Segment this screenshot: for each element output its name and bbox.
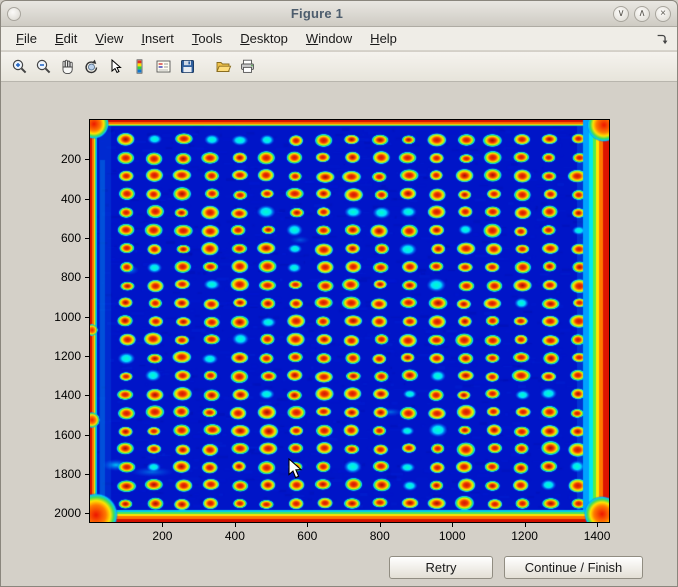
menu-view[interactable]: View (86, 28, 132, 49)
maximize-button[interactable]: ∧ (634, 6, 650, 22)
y-tick-mark (85, 199, 89, 200)
zoom-out-icon (35, 58, 52, 75)
y-tick-label: 400 (61, 192, 81, 206)
close-button[interactable]: × (655, 6, 671, 22)
rotate-3d-button[interactable] (79, 55, 103, 79)
x-tick-mark (235, 523, 236, 527)
menubar: File Edit View Insert Tools Desktop Wind… (1, 27, 677, 51)
dock-figure-button[interactable] (653, 30, 671, 48)
zoom-in-button[interactable] (7, 55, 31, 79)
x-tick-label: 1400 (584, 529, 611, 543)
x-tick-label: 600 (297, 529, 317, 543)
y-tick-label: 2000 (54, 506, 81, 520)
titlebar[interactable]: Figure 1 ∨ ∧ × (1, 1, 677, 27)
menu-desktop[interactable]: Desktop (231, 28, 297, 49)
plot-canvas[interactable] (89, 119, 610, 523)
window-title: Figure 1 (21, 6, 613, 21)
y-tick-mark (85, 474, 89, 475)
x-tick-mark (452, 523, 453, 527)
x-tick-mark (307, 523, 308, 527)
x-tick-label: 1000 (439, 529, 466, 543)
x-tick-mark (380, 523, 381, 527)
open-folder-icon (215, 58, 232, 75)
x-tick-mark (597, 523, 598, 527)
y-tick-mark (85, 356, 89, 357)
save-floppy-icon (179, 58, 196, 75)
figure-area: Retry Continue / Finish 200 400 600 800 1000… (1, 82, 677, 586)
y-tick-mark (85, 317, 89, 318)
y-tick-mark (85, 395, 89, 396)
y-tick-label: 1400 (54, 388, 81, 402)
menu-file[interactable]: File (7, 28, 46, 49)
dock-arrow-icon (655, 32, 669, 46)
retry-button[interactable]: Retry (389, 556, 493, 579)
window-menu-icon[interactable] (7, 7, 21, 21)
zoom-in-icon (11, 58, 28, 75)
rotate-3d-icon (83, 58, 100, 75)
print-button[interactable] (235, 55, 259, 79)
toolbar-separator (199, 52, 211, 81)
menu-tools[interactable]: Tools (183, 28, 231, 49)
data-cursor-icon (107, 58, 124, 75)
pan-hand-icon (59, 58, 76, 75)
y-tick-label: 1000 (54, 310, 81, 324)
y-tick-label: 1800 (54, 467, 81, 481)
pan-button[interactable] (55, 55, 79, 79)
x-tick-label: 200 (152, 529, 172, 543)
menu-edit[interactable]: Edit (46, 28, 86, 49)
y-tick-label: 200 (61, 152, 81, 166)
shade-button[interactable]: ∨ (613, 6, 629, 22)
x-tick-label: 400 (225, 529, 245, 543)
y-tick-mark (85, 159, 89, 160)
y-tick-label: 800 (61, 270, 81, 284)
x-tick-label: 1200 (511, 529, 538, 543)
x-tick-mark (162, 523, 163, 527)
open-button[interactable] (211, 55, 235, 79)
y-tick-mark (85, 435, 89, 436)
continue-finish-button[interactable]: Continue / Finish (504, 556, 643, 579)
save-button[interactable] (175, 55, 199, 79)
y-tick-label: 1200 (54, 349, 81, 363)
menu-help[interactable]: Help (361, 28, 406, 49)
menu-insert[interactable]: Insert (132, 28, 183, 49)
y-tick-label: 1600 (54, 428, 81, 442)
y-tick-mark (85, 277, 89, 278)
data-cursor-button[interactable] (103, 55, 127, 79)
y-tick-label: 600 (61, 231, 81, 245)
figure-toolbar (1, 52, 677, 82)
y-tick-mark (85, 238, 89, 239)
colorbar-button[interactable] (127, 55, 151, 79)
legend-icon (155, 58, 172, 75)
figure-window: Figure 1 ∨ ∧ × File Edit View Insert Too… (0, 0, 678, 587)
colorbar-icon (131, 58, 148, 75)
x-tick-mark (525, 523, 526, 527)
x-tick-label: 800 (370, 529, 390, 543)
print-icon (239, 58, 256, 75)
legend-button[interactable] (151, 55, 175, 79)
menu-window[interactable]: Window (297, 28, 361, 49)
zoom-out-button[interactable] (31, 55, 55, 79)
y-tick-mark (85, 513, 89, 514)
